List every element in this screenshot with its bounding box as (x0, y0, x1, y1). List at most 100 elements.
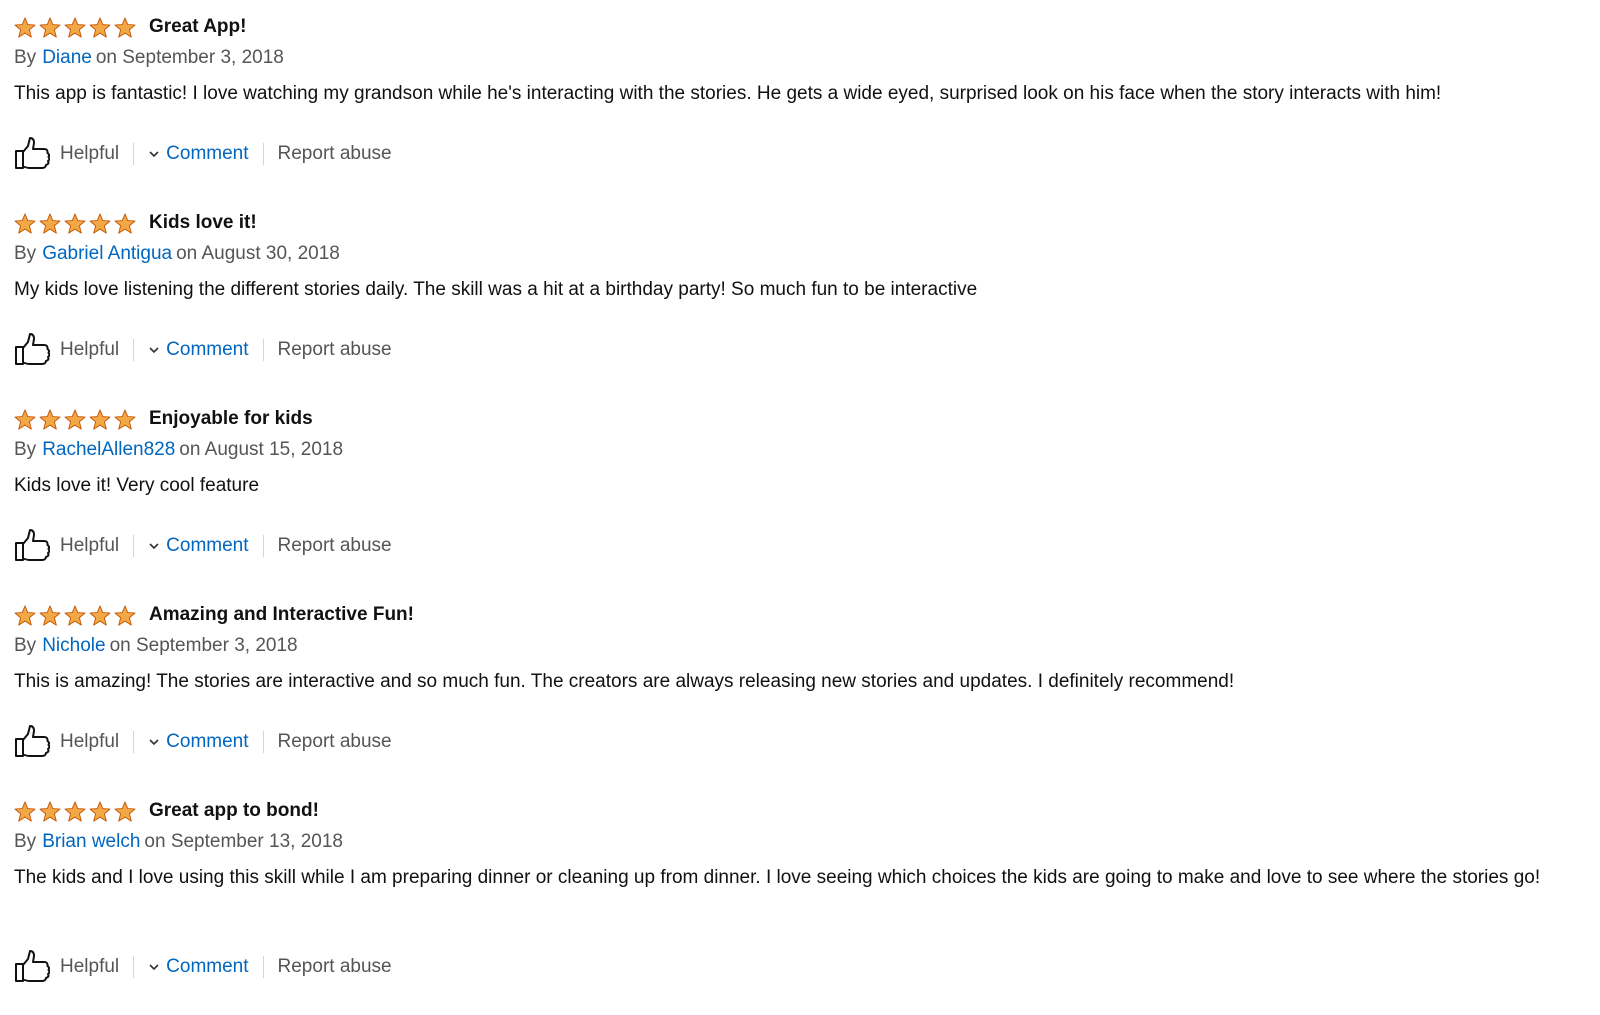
star-rating (14, 604, 139, 626)
divider (262, 731, 264, 753)
review-actions: Helpful Comment Report abuse (14, 134, 392, 174)
review-byline: By RachelAllen828 on August 15, 2018 (14, 436, 1580, 464)
divider (133, 339, 135, 361)
star-icon (114, 16, 136, 38)
review-title[interactable]: Enjoyable for kids (149, 406, 313, 432)
review-header: Great app to bond! (14, 798, 1580, 824)
chevron-down-icon (149, 151, 159, 158)
star-icon (114, 212, 136, 234)
review-card: Amazing and Interactive Fun! By Nichole on… (14, 602, 1580, 696)
star-icon (39, 16, 61, 38)
review-actions: Helpful Comment Report abuse (14, 526, 392, 566)
helpful-button[interactable]: Helpful (60, 956, 119, 978)
author-link[interactable]: RachelAllen828 (42, 439, 175, 460)
review-card: Great app to bond! By Brian welch on Septe… (14, 798, 1580, 892)
star-icon (89, 212, 111, 234)
report-abuse-link[interactable]: Report abuse (278, 956, 392, 978)
star-icon (64, 800, 86, 822)
by-label: By (14, 439, 37, 460)
divider (133, 956, 135, 978)
star-icon (14, 408, 36, 430)
star-icon (64, 212, 86, 234)
comment-button[interactable]: Comment (148, 535, 249, 557)
thumbs-up-icon[interactable] (14, 332, 50, 368)
by-label: By (14, 47, 37, 68)
star-icon (14, 604, 36, 626)
comment-label: Comment (166, 339, 249, 360)
comment-button[interactable]: Comment (148, 956, 249, 978)
review-header: Enjoyable for kids (14, 406, 1580, 432)
comment-label: Comment (166, 731, 249, 752)
star-rating (14, 800, 139, 822)
author-link[interactable]: Nichole (42, 635, 105, 656)
star-icon (89, 408, 111, 430)
author-link[interactable]: Brian welch (42, 831, 140, 852)
review-body: Kids love it! Very cool feature (14, 475, 260, 496)
thumbs-up-icon[interactable] (14, 949, 50, 985)
review-body: This app is fantastic! I love watching m… (14, 83, 1442, 104)
review-header: Great App! (14, 14, 1580, 40)
helpful-button[interactable]: Helpful (60, 339, 119, 361)
review-date: on September 3, 2018 (109, 635, 298, 656)
star-rating (14, 212, 139, 234)
star-icon (64, 604, 86, 626)
star-icon (114, 604, 136, 626)
comment-button[interactable]: Comment (148, 731, 249, 753)
author-link[interactable]: Diane (42, 47, 92, 68)
divider (262, 339, 264, 361)
chevron-down-icon (149, 739, 159, 746)
review-byline: By Gabriel Antigua on August 30, 2018 (14, 240, 1580, 268)
star-icon (64, 408, 86, 430)
review-title[interactable]: Kids love it! (149, 210, 257, 236)
review-actions: Helpful Comment Report abuse (14, 947, 392, 987)
report-abuse-link[interactable]: Report abuse (278, 731, 392, 753)
review-date: on September 3, 2018 (95, 47, 284, 68)
review-card: Great App! By Diane on September 3, 2018 T… (14, 14, 1580, 108)
star-icon (39, 408, 61, 430)
comment-button[interactable]: Comment (148, 143, 249, 165)
star-rating (14, 408, 139, 430)
report-abuse-link[interactable]: Report abuse (278, 339, 392, 361)
review-body: This is amazing! The stories are interac… (14, 671, 1235, 692)
review-header: Amazing and Interactive Fun! (14, 602, 1580, 628)
report-abuse-link[interactable]: Report abuse (278, 535, 392, 557)
report-abuse-link[interactable]: Report abuse (278, 143, 392, 165)
review-card: Kids love it! By Gabriel Antigua on August… (14, 210, 1580, 304)
comment-button[interactable]: Comment (148, 339, 249, 361)
chevron-down-icon (149, 347, 159, 354)
thumbs-up-icon[interactable] (14, 136, 50, 172)
review-date: on August 15, 2018 (179, 439, 344, 460)
star-rating (14, 16, 139, 38)
review-title[interactable]: Amazing and Interactive Fun! (149, 602, 414, 628)
comment-label: Comment (166, 143, 249, 164)
by-label: By (14, 831, 37, 852)
divider (262, 143, 264, 165)
review-title[interactable]: Great app to bond! (149, 798, 319, 824)
star-icon (14, 800, 36, 822)
review-byline: By Diane on September 3, 2018 (14, 44, 1580, 72)
divider (262, 956, 264, 978)
by-label: By (14, 635, 37, 656)
review-card: Enjoyable for kids By RachelAllen828 on Au… (14, 406, 1580, 500)
review-body: The kids and I love using this skill whi… (14, 867, 1541, 888)
thumbs-up-icon[interactable] (14, 528, 50, 564)
review-byline: By Nichole on September 3, 2018 (14, 632, 1580, 660)
divider (133, 731, 135, 753)
divider (133, 535, 135, 557)
review-actions: Helpful Comment Report abuse (14, 330, 392, 370)
review-title[interactable]: Great App! (149, 14, 246, 40)
review-header: Kids love it! (14, 210, 1580, 236)
thumbs-up-icon[interactable] (14, 724, 50, 760)
helpful-button[interactable]: Helpful (60, 731, 119, 753)
star-icon (39, 604, 61, 626)
helpful-button[interactable]: Helpful (60, 143, 119, 165)
star-icon (89, 604, 111, 626)
helpful-button[interactable]: Helpful (60, 535, 119, 557)
review-date: on August 30, 2018 (176, 243, 340, 264)
review-byline: By Brian welch on September 13, 2018 (14, 828, 1580, 856)
star-icon (39, 212, 61, 234)
star-icon (39, 800, 61, 822)
author-link[interactable]: Gabriel Antigua (42, 243, 172, 264)
star-icon (14, 16, 36, 38)
review-body: My kids love listening the different sto… (14, 279, 978, 300)
